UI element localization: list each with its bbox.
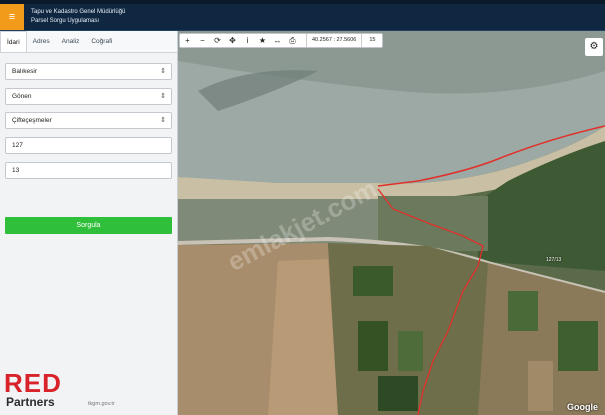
google-logo: Google [567,402,598,412]
tab-bar: İdari Adres Analiz Coğrafi [0,31,177,53]
field-plot [378,376,418,411]
field-plot [558,321,598,371]
map-view[interactable] [178,31,605,415]
field-plot [353,266,393,296]
province-select[interactable]: Balıkesir ⇕ [5,63,172,80]
neighborhood-select[interactable]: Çifteçeşmeler ⇕ [5,112,172,129]
minus-icon[interactable]: − [195,34,210,47]
info-icon[interactable]: i [240,34,255,47]
parcel-label: 127/13 [546,257,562,263]
tab-cografi[interactable]: Coğrafi [85,31,118,52]
select-caret-icon: ⇕ [160,117,166,124]
satellite-map [178,31,605,415]
plus-icon[interactable]: + [180,34,195,47]
app-title: Tapu ve Kadastro Genel Müdürlüğü Parsel … [31,8,125,26]
dry-land [268,259,338,415]
district-value: Gönen [12,93,32,100]
locate-icon[interactable]: ✥ [225,34,240,47]
select-caret-icon: ⇕ [160,68,166,75]
logo-partners-text: Partners [6,395,55,409]
app-title-line1: Tapu ve Kadastro Genel Müdürlüğü [31,9,126,15]
sidebar: İdari Adres Analiz Coğrafi Balıkesir ⇕ G… [0,31,178,415]
field-plot [508,291,538,331]
print-icon[interactable]: ⎙ [285,34,300,47]
status-strip [0,0,605,4]
neighborhood-value: Çifteçeşmeler [12,117,52,124]
parcel-value: 13 [12,167,20,174]
tab-analiz[interactable]: Analiz [56,31,86,52]
block-value: 127 [12,142,23,149]
field-plot [358,321,388,371]
tab-adres[interactable]: Adres [27,31,56,52]
field-plot [398,331,423,371]
zoom-level: 15 [369,37,376,43]
query-button[interactable]: Sorgula [5,217,172,234]
star-icon[interactable]: ★ [255,34,270,47]
refresh-icon[interactable]: ⟳ [210,34,225,47]
parcel-input[interactable]: 13 [5,162,172,179]
logo-red-text: RED [4,368,62,398]
measure-icon[interactable]: ↔ [270,34,285,47]
gear-icon[interactable]: ⚙ [585,38,603,56]
block-input[interactable]: 127 [5,137,172,154]
district-select[interactable]: Gönen ⇕ [5,88,172,105]
hamburger-icon[interactable]: ≡ [0,4,24,30]
app-title-line2: Parsel Sorgu Uygulaması [31,18,100,24]
map-toolbar: + − ⟳ ✥ i ★ ↔ ⎙ 40.2567 : 27.5606 15 [179,33,384,48]
select-caret-icon: ⇕ [160,93,166,100]
tab-idari[interactable]: İdari [0,31,27,52]
field-plot [528,361,553,411]
top-bar: ≡ Tapu ve Kadastro Genel Müdürlüğü Parse… [0,0,605,31]
coordinate-readout: 40.2567 : 27.5606 [306,34,363,47]
province-value: Balıkesir [12,68,37,75]
red-partners-logo: RED Partners [4,370,94,414]
